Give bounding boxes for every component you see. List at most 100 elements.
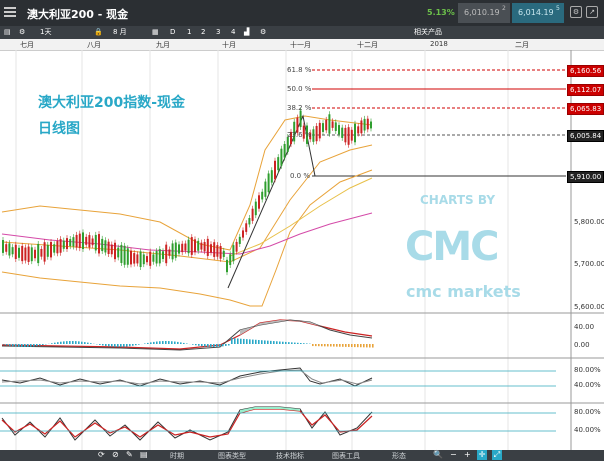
candle-body — [242, 230, 244, 238]
macd-histogram-bar — [354, 344, 356, 348]
candle-body — [254, 201, 257, 216]
candle-body — [43, 242, 46, 262]
candle-body — [190, 237, 193, 255]
fit-icon[interactable]: ⤢ — [492, 450, 502, 460]
cmc-logo-icon: CMC — [405, 224, 500, 270]
candle-body — [277, 157, 280, 171]
candle-body — [328, 114, 331, 134]
candle-body — [158, 249, 161, 264]
macd-histogram-bar — [303, 343, 305, 344]
candle-body — [78, 233, 81, 249]
macd-histogram-bar — [342, 344, 344, 347]
macd-histogram-bar — [204, 344, 206, 347]
macd-histogram-bar — [234, 338, 236, 344]
fib-level-0: 0.0 % — [290, 172, 311, 180]
tab-indicators[interactable]: 技术指标 — [276, 451, 304, 461]
stoch-tick: 40.00% — [574, 381, 601, 389]
candle-body — [126, 248, 129, 265]
candle-body — [162, 251, 164, 260]
candle-body — [85, 236, 88, 245]
macd-histogram-bar — [24, 344, 26, 347]
macd-histogram-bar — [15, 344, 17, 347]
macd-histogram-bar — [345, 344, 347, 347]
zoom-in-icon[interactable]: + — [464, 450, 471, 459]
tab-drawing-tools[interactable]: 图表工具 — [332, 451, 360, 461]
candle-body — [94, 234, 97, 251]
candle-body — [2, 240, 4, 253]
macd-histogram-bar — [72, 341, 74, 344]
candle-body — [98, 234, 100, 254]
candle-body — [258, 195, 260, 209]
macd-histogram-bar — [126, 344, 128, 347]
zoom-search-icon[interactable]: 🔍 — [433, 450, 443, 459]
macd-histogram-bar — [282, 341, 284, 344]
macd-histogram-bar — [129, 344, 131, 347]
candle-body — [139, 251, 142, 268]
macd-histogram-bar — [294, 342, 296, 344]
macd-histogram-bar — [279, 341, 281, 344]
tab-shapes[interactable]: 形态 — [392, 451, 406, 461]
candle-body — [331, 121, 334, 128]
price-tag-618: 6,160.56 — [567, 65, 604, 77]
macd-histogram-bar — [327, 344, 329, 347]
macd-histogram-bar — [39, 344, 41, 346]
tab-chart-type[interactable]: 图表类型 — [218, 451, 246, 461]
macd-histogram-bar — [240, 338, 242, 344]
macd-histogram-bar — [348, 344, 350, 347]
macd-histogram-bar — [177, 341, 179, 344]
candle-body — [232, 245, 235, 262]
candle-body — [142, 254, 145, 265]
macd-histogram-bar — [312, 344, 314, 347]
macd-histogram-bar — [243, 338, 245, 344]
candle-body — [322, 123, 324, 132]
macd-histogram-bar — [90, 343, 92, 344]
candle-body — [21, 245, 24, 262]
candle-body — [226, 259, 228, 273]
macd-histogram-bar — [360, 344, 362, 348]
watermark-caption: CHARTS BY — [420, 193, 496, 207]
candle-body — [69, 239, 72, 247]
macd-histogram-bar — [144, 343, 146, 344]
macd-histogram-bar — [213, 344, 215, 347]
macd-histogram-bar — [147, 342, 149, 344]
macd-histogram-bar — [81, 341, 83, 344]
macd-histogram-bar — [180, 342, 182, 344]
price-tag-0: 5,910.00 — [567, 171, 604, 183]
tab-timespan[interactable]: 时期 — [170, 451, 184, 461]
candle-body — [334, 122, 337, 131]
macd-histogram-bar — [369, 344, 371, 348]
candle-body — [149, 251, 152, 266]
zoom-out-icon[interactable]: − — [450, 450, 457, 459]
candle-body — [229, 254, 232, 265]
candle-body — [354, 123, 356, 143]
macd-histogram-bar — [291, 342, 293, 344]
pencil-icon[interactable]: ✎ — [126, 450, 133, 459]
macd-histogram-bar — [123, 344, 125, 347]
macd-histogram-bar — [306, 343, 308, 344]
list-icon[interactable]: ▤ — [140, 450, 148, 459]
candle-body — [30, 247, 33, 262]
candle-body — [203, 242, 206, 252]
candle-body — [363, 118, 366, 131]
macd-histogram-bar — [135, 344, 137, 346]
candle-body — [194, 239, 196, 253]
candle-body — [178, 244, 180, 254]
macd-histogram-bar — [363, 344, 365, 348]
candle-body — [219, 246, 222, 259]
macd-histogram-bar — [333, 344, 335, 347]
macd-histogram-bar — [165, 341, 167, 344]
crosshair-icon[interactable]: ✛ — [477, 450, 487, 460]
macd-histogram-bar — [261, 340, 263, 344]
macd-histogram-bar — [249, 339, 251, 344]
fib-level-236: 23.6 % — [287, 131, 312, 139]
candle-body — [283, 143, 286, 158]
macd-tick: 0.00 — [574, 341, 590, 349]
candle-body — [238, 236, 241, 244]
no-icon[interactable]: ⊘ — [112, 450, 119, 459]
refresh-icon[interactable]: ⟳ — [98, 450, 105, 459]
macd-histogram-bar — [237, 338, 239, 344]
macd-histogram-bar — [318, 344, 320, 347]
candle-body — [264, 181, 267, 197]
candle-body — [37, 243, 40, 264]
candle-body — [101, 238, 104, 252]
